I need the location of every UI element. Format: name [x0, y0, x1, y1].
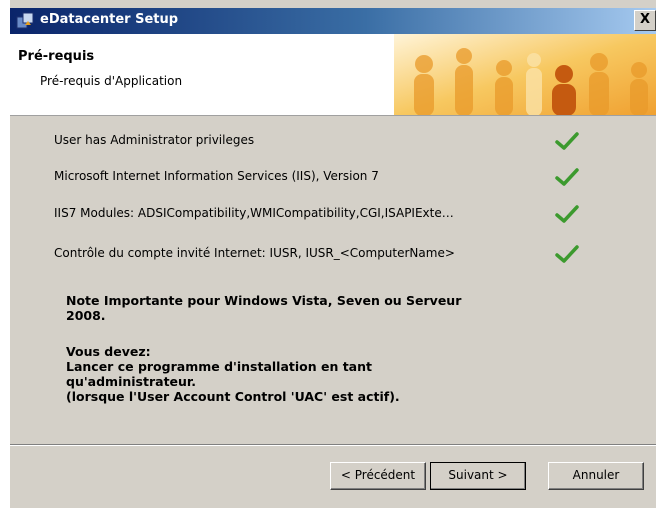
requirement-row: User has Administrator privileges — [54, 131, 614, 151]
close-button[interactable]: X — [634, 10, 656, 31]
requirement-label: IIS7 Modules: ADSICompatibility,WMICompa… — [54, 206, 454, 220]
people-banner-image — [394, 34, 656, 115]
important-note-heading: Note Importante pour Windows Vista, Seve… — [66, 293, 461, 323]
next-button[interactable]: Suivant > — [430, 462, 526, 490]
footer-divider — [10, 444, 656, 446]
note-line: qu'administrateur. — [66, 374, 197, 389]
note-line: (lorsque l'User Account Control 'UAC' es… — [66, 389, 400, 404]
setup-icon — [16, 12, 34, 29]
note-heading-line: Note Importante pour Windows Vista, Seve… — [66, 293, 462, 308]
page-subtitle: Pré-requis d'Application — [40, 74, 183, 88]
checkmark-icon — [555, 132, 579, 150]
checkmark-icon — [555, 168, 579, 186]
window-title: eDatacenter Setup — [40, 12, 179, 27]
important-note-body: Vous devez: Lancer ce programme d'instal… — [66, 344, 400, 404]
checkmark-icon — [555, 245, 579, 263]
requirement-row: Contrôle du compte invité Internet: IUSR… — [54, 244, 614, 264]
requirement-label: Contrôle du compte invité Internet: IUSR… — [54, 246, 455, 260]
note-heading-line: 2008. — [66, 308, 106, 323]
cancel-button[interactable]: Annuler — [548, 462, 644, 490]
note-line: Vous devez: — [66, 344, 151, 359]
requirement-label: User has Administrator privileges — [54, 133, 255, 147]
back-button[interactable]: < Précédent — [330, 462, 426, 490]
requirement-row: Microsoft Internet Information Services … — [54, 167, 614, 187]
wizard-header: Pré-requis Pré-requis d'Application — [10, 34, 656, 116]
note-line: Lancer ce programme d'installation en ta… — [66, 359, 372, 374]
setup-dialog: eDatacenter Setup X Pré-requis Pré-requi… — [10, 0, 656, 508]
requirement-label: Microsoft Internet Information Services … — [54, 169, 379, 183]
requirement-row: IIS7 Modules: ADSICompatibility,WMICompa… — [54, 204, 614, 224]
page-title: Pré-requis — [18, 49, 95, 64]
title-bar[interactable]: eDatacenter Setup X — [10, 8, 656, 34]
checkmark-icon — [555, 205, 579, 223]
